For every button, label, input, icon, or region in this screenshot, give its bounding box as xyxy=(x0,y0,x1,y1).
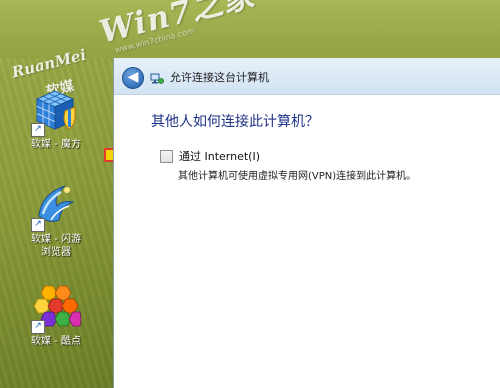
desktop-icon-label-line2: 浏览器 xyxy=(41,247,71,258)
shortcut-arrow-icon: ↗ xyxy=(31,123,45,137)
dialog-title: 允许连接这台计算机 xyxy=(170,71,269,84)
shortcut-arrow-icon: ↗ xyxy=(31,320,45,334)
via-internet-label[interactable]: 通过 Internet(I) xyxy=(179,148,260,164)
desktop-icon-label: 软媒 - 闪游 浏览器 xyxy=(18,233,94,259)
via-internet-option[interactable]: 通过 Internet(I) xyxy=(160,148,260,164)
dialog-question: 其他人如何连接此计算机？ xyxy=(151,114,319,130)
desktop-icon-mofang[interactable]: ↗ 软媒 - 魔方 xyxy=(18,85,94,151)
desktop-icon-label: 软媒 - 酷点 xyxy=(31,336,81,347)
via-internet-checkbox[interactable] xyxy=(160,149,173,163)
desktop-icon-label: 软媒 - 魔方 xyxy=(31,139,81,150)
desktop-icon-kudian[interactable]: ↗ 软媒 - 酷点 xyxy=(18,282,94,348)
rubik-cube-shield-icon: ↗ xyxy=(31,85,81,137)
shortcut-arrow-icon: ↗ xyxy=(31,218,45,232)
network-computer-icon xyxy=(150,70,164,84)
back-button[interactable]: ◀ xyxy=(122,67,144,89)
via-internet-description: 其他计算机可使用虚拟专用网(VPN)连接到此计算机。 xyxy=(178,171,417,182)
hexagon-cluster-icon: ↗ xyxy=(31,282,82,334)
blue-swoosh-browser-icon: ↗ xyxy=(31,180,81,232)
dialog-header: ◀ 允许连接这台计算机 xyxy=(114,58,500,95)
desktop-icon-shanyou-browser[interactable]: ↗ 软媒 - 闪游 浏览器 xyxy=(18,180,94,259)
allow-connection-dialog: ◀ 允许连接这台计算机 其他人如何连接此计算机？ 通过 Internet(I) … xyxy=(113,58,500,388)
desktop-icon-label-line1: 软媒 - 闪游 xyxy=(31,234,81,245)
